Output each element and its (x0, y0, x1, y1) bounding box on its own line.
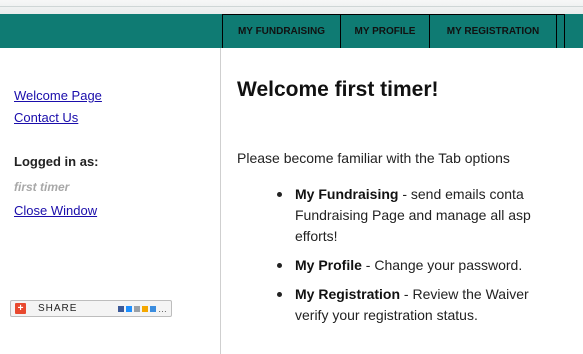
tab-my-registration[interactable]: MY REGISTRATION (430, 14, 557, 48)
bullet-text-line3: efforts! (295, 228, 338, 244)
share-label: SHARE (38, 303, 78, 314)
bullet-term: My Fundraising (295, 186, 399, 202)
bullet-text: - Change your password. (361, 257, 523, 273)
digg-icon (126, 305, 132, 312)
sidebar-link-contact-us[interactable]: Contact Us (14, 110, 78, 125)
live-icon (150, 305, 156, 312)
share-service-icons: … (118, 304, 167, 314)
bullet-term: My Profile (295, 257, 362, 273)
username: first timer (14, 180, 70, 194)
sidebar-divider (220, 48, 221, 354)
bullet-text: - Review the Waiver (400, 286, 529, 302)
bullet-text: - send emails conta (398, 186, 524, 202)
bullet-text-line2: Fundraising Page and manage all asp (295, 207, 531, 223)
page-title: Welcome first timer! (237, 78, 439, 101)
top-strip-line (0, 6, 583, 7)
top-strip (0, 0, 583, 14)
intro-text: Please become familiar with the Tab opti… (237, 150, 510, 166)
tab-my-fundraising[interactable]: MY FUNDRAISING (222, 14, 341, 48)
bullet-icon (277, 292, 282, 297)
tab-bar: MY FUNDRAISING MY PROFILE MY REGISTRATIO… (222, 14, 565, 48)
bullet-text-line2: verify your registration status. (295, 307, 478, 323)
list-item-my-fundraising: My Fundraising - send emails conta Fundr… (251, 184, 583, 247)
more-icon: … (158, 303, 167, 314)
tab-options-list: My Fundraising - send emails conta Fundr… (251, 184, 583, 334)
share-button[interactable]: + SHARE … (10, 300, 172, 317)
close-window-link[interactable]: Close Window (14, 203, 97, 218)
main-content: Welcome first timer! Please become famil… (237, 48, 583, 354)
bullet-icon (277, 263, 282, 268)
bullet-icon (277, 192, 282, 197)
logged-in-label: Logged in as: (14, 154, 99, 169)
tab-overflow[interactable] (557, 14, 565, 48)
list-item-my-registration: My Registration - Review the Waiver veri… (251, 284, 583, 326)
sidebar-link-welcome-page[interactable]: Welcome Page (14, 88, 102, 103)
tab-my-profile[interactable]: MY PROFILE (341, 14, 430, 48)
delicious-icon (118, 305, 124, 312)
list-item-my-profile: My Profile - Change your password. (251, 255, 583, 276)
share-plus-icon: + (15, 303, 26, 314)
bookmark-icon (134, 305, 140, 312)
windows-icon (142, 305, 148, 312)
bullet-term: My Registration (295, 286, 401, 302)
